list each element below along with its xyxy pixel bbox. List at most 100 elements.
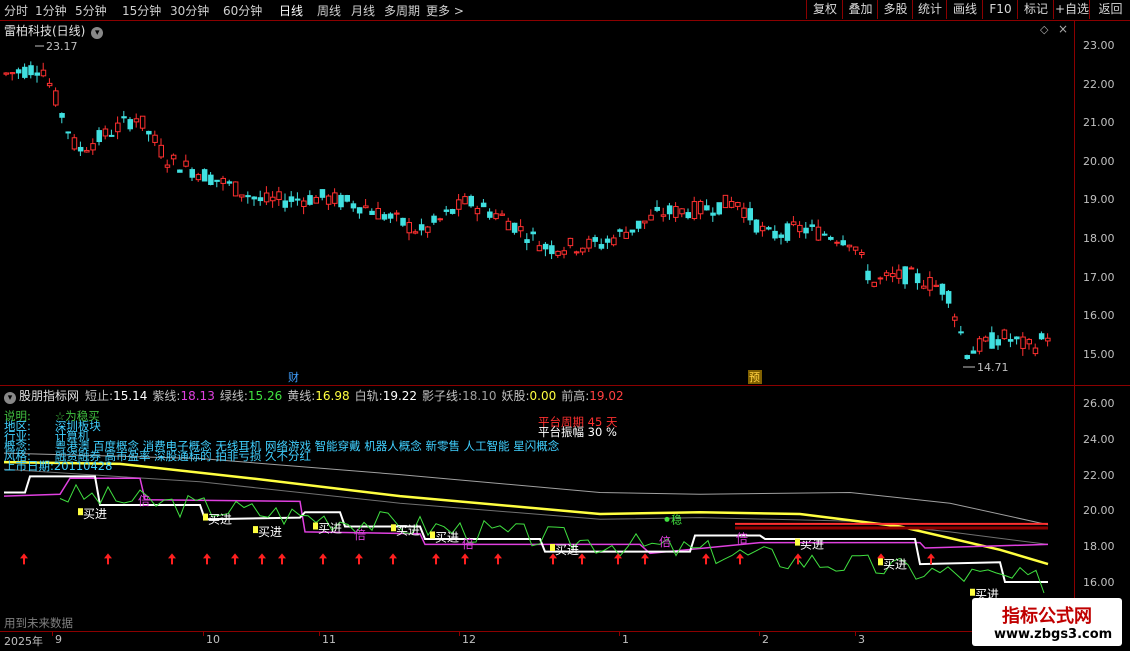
indicator-panel[interactable]: ▾ 股朋指标网 短止:15.14 紫线:18.13 绿线:15.26 黄线:16.98 白轨… — [0, 386, 1130, 630]
up-arrow-icon — [702, 553, 710, 565]
tab-9[interactable]: 多周期 — [384, 2, 420, 19]
date-tick — [203, 632, 204, 636]
tab-1[interactable]: 1分钟 — [35, 2, 67, 19]
toolbar-button-8[interactable]: 返回 — [1089, 0, 1130, 19]
main-chart-panel[interactable]: 雷柏科技(日线) ▾ ◇ × 23.17 14.71 财预 23.00 22.00 21… — [0, 21, 1130, 386]
double-label: 倍 — [659, 534, 671, 549]
low-price-label: 14.71 — [977, 361, 1009, 374]
tab-0[interactable]: 分时 — [4, 2, 28, 19]
up-arrow-icon — [736, 553, 744, 565]
date-label: 1 — [622, 633, 629, 646]
date-label: 9 — [55, 633, 62, 646]
up-arrow-icon — [258, 553, 266, 565]
stable-signal-dot — [664, 516, 670, 522]
up-arrow-icon — [641, 553, 649, 565]
tab-6[interactable]: 日线 — [279, 2, 303, 19]
up-arrow-icon — [432, 553, 440, 565]
watermark-logo: 指标公式网 www.zbgs3.com — [972, 598, 1122, 646]
indicator-tick: 20.00 — [1083, 504, 1115, 518]
indicator-axis: 26.00 24.00 22.00 20.00 18.00 16.00 — [1074, 386, 1130, 630]
double-label: 倍 — [354, 527, 366, 542]
indicator-chart[interactable]: 买进 买进买进 买进 买进买进买进 买进买进买进倍倍倍倍倍稳 — [0, 386, 1072, 630]
forecast-marker: 预 — [749, 371, 760, 384]
price-tick: 16.00 — [1083, 309, 1115, 323]
up-arrow-icon — [278, 553, 286, 565]
price-tick: 23.00 — [1083, 39, 1115, 52]
watermark-title: 指标公式网 — [1002, 606, 1092, 627]
date-label: 11 — [322, 633, 336, 646]
tab-7[interactable]: 周线 — [317, 2, 341, 19]
buy-label: 买进 — [318, 522, 342, 536]
up-arrow-icon — [319, 553, 327, 565]
stable-label: 稳 — [671, 512, 682, 526]
candlestick-chart[interactable]: 23.17 14.71 财 预 — [0, 21, 1072, 385]
price-tick: 20.00 — [1083, 154, 1115, 168]
up-arrow-icon — [231, 553, 239, 565]
indicator-tick: 18.00 — [1083, 540, 1115, 554]
buy-label: 买进 — [208, 513, 232, 527]
date-axis: 2025年 9 10 11 12 1 2 3 — [0, 631, 1072, 651]
toolbar-button-0[interactable]: 复权 — [806, 0, 843, 19]
toolbar-button-6[interactable]: 标记 — [1017, 0, 1054, 19]
tab-10[interactable]: 更多 > — [426, 2, 464, 19]
toolbar-button-2[interactable]: 多股 — [877, 0, 913, 19]
date-label: 2 — [762, 633, 769, 646]
up-arrow-icon — [461, 553, 469, 565]
tab-5[interactable]: 60分钟 — [223, 2, 262, 19]
buy-label: 买进 — [435, 530, 459, 544]
price-axis: 23.00 22.00 21.00 20.00 19.00 18.00 17.00 16.00… — [1074, 21, 1130, 385]
date-tick — [855, 632, 856, 636]
up-arrow-icon — [168, 553, 176, 565]
up-arrow-icon — [494, 553, 502, 565]
tab-8[interactable]: 月线 — [351, 2, 375, 19]
watermark-url: www.zbgs3.com — [994, 627, 1113, 642]
up-arrow-icon — [104, 553, 112, 565]
platform-amplitude: 平台振幅 30 % — [538, 425, 617, 439]
price-tick: 18.00 — [1083, 232, 1115, 245]
indicator-tick: 24.00 — [1083, 432, 1115, 446]
tab-4[interactable]: 30分钟 — [170, 2, 209, 19]
buy-label: 买进 — [258, 525, 282, 539]
price-tick: 22.00 — [1083, 77, 1115, 91]
double-label: 倍 — [138, 493, 150, 508]
toolbar-button-5[interactable]: F10 — [982, 0, 1018, 19]
toolbar-button-4[interactable]: 画线 — [946, 0, 983, 19]
date-tick — [319, 632, 320, 636]
buy-label: 买进 — [555, 543, 579, 557]
price-tick: 19.00 — [1083, 193, 1115, 207]
up-arrow-icon — [927, 553, 935, 565]
toolbar-button-7[interactable]: +自选 — [1053, 0, 1090, 19]
candles — [3, 61, 1051, 360]
up-arrow-icon — [389, 553, 397, 565]
tab-2[interactable]: 5分钟 — [75, 2, 107, 19]
buy-label: 买进 — [396, 523, 420, 537]
date-label: 10 — [206, 633, 220, 646]
period-toolbar: 分时 1分钟 5分钟 15分钟 30分钟 60分钟 日线 周线 月线 多周期 更多 > 复权 叠加 多股统… — [0, 0, 1130, 21]
up-arrow-icon — [578, 553, 586, 565]
info-key: 上市日期: — [4, 459, 54, 473]
up-arrow-icon — [20, 553, 28, 565]
date-label: 2025年 — [4, 635, 43, 648]
toolbar-button-1[interactable]: 叠加 — [842, 0, 878, 19]
date-tick — [459, 632, 460, 636]
high-price-label: 23.17 — [46, 40, 78, 53]
indicator-tick: 16.00 — [1083, 576, 1115, 589]
info-line: 上市日期:20110428 — [4, 458, 112, 474]
double-label: 倍 — [462, 536, 474, 551]
tab-3[interactable]: 15分钟 — [122, 2, 161, 19]
price-tick: 15.00 — [1083, 347, 1115, 361]
date-tick — [52, 632, 53, 636]
buy-label: 买进 — [800, 538, 824, 552]
finance-marker: 财 — [288, 370, 299, 384]
toolbar-button-3[interactable]: 统计 — [912, 0, 947, 19]
date-label: 3 — [858, 633, 865, 646]
up-arrow-icon — [355, 553, 363, 565]
buy-label: 买进 — [83, 507, 107, 521]
date-tick — [759, 632, 760, 636]
up-arrow-icon — [203, 553, 211, 565]
date-tick — [619, 632, 620, 636]
purple-line — [3, 477, 1049, 555]
price-tick: 21.00 — [1083, 116, 1115, 130]
double-label: 倍 — [736, 531, 748, 546]
info-value: 20110428 — [53, 459, 113, 473]
